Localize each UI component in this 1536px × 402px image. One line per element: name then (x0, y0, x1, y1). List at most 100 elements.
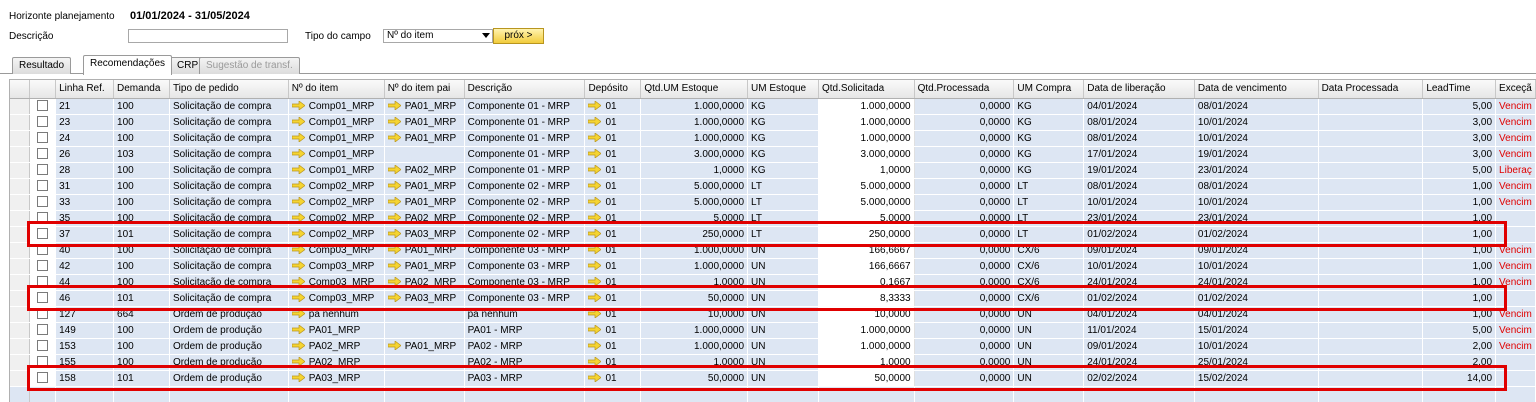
link-arrow-icon[interactable] (588, 229, 602, 239)
table-row[interactable]: 155 100 Ordem de produção PA02_MRP PA02 - MR… (10, 354, 1536, 371)
link-arrow-icon[interactable] (387, 101, 401, 111)
link-arrow-icon[interactable] (588, 165, 602, 175)
row-header-cell[interactable] (10, 114, 31, 131)
link-arrow-icon[interactable] (588, 181, 602, 191)
table-row[interactable]: 127 664 Ordem de produção pa nenhum pa nenhu… (10, 306, 1536, 323)
link-arrow-icon[interactable] (291, 341, 305, 351)
row-header-cell[interactable] (10, 370, 31, 387)
link-arrow-icon[interactable] (387, 213, 401, 223)
link-arrow-icon[interactable] (291, 229, 305, 239)
link-arrow-icon[interactable] (291, 197, 305, 207)
link-arrow-icon[interactable] (387, 293, 401, 303)
row-checkbox[interactable] (37, 372, 49, 384)
col-item-header[interactable]: Nº do item (288, 80, 385, 99)
row-checkbox[interactable] (37, 308, 49, 320)
table-row[interactable]: 40 100 Solicitação de compra Comp03_MRP PA01… (10, 242, 1536, 259)
col-qtd-solicitada-header[interactable]: Qtd.Solicitada (818, 80, 915, 99)
link-arrow-icon[interactable] (291, 277, 305, 287)
table-row[interactable]: 24 100 Solicitação de compra Comp01_MRP PA01… (10, 130, 1536, 147)
row-header-cell[interactable] (10, 210, 31, 227)
link-arrow-icon[interactable] (588, 277, 602, 287)
col-data-liberacao-header[interactable]: Data de liberação (1083, 80, 1195, 99)
row-header-cell[interactable] (10, 226, 31, 243)
row-checkbox[interactable] (37, 148, 49, 160)
table-row[interactable]: 31 100 Solicitação de compra Comp02_MRP PA01… (10, 178, 1536, 195)
link-arrow-icon[interactable] (291, 149, 305, 159)
row-header-cell[interactable] (10, 322, 31, 339)
row-checkbox[interactable] (37, 132, 49, 144)
link-arrow-icon[interactable] (387, 181, 401, 191)
link-arrow-icon[interactable] (291, 165, 305, 175)
link-arrow-icon[interactable] (387, 165, 401, 175)
link-arrow-icon[interactable] (387, 133, 401, 143)
table-row[interactable]: 46 101 Solicitação de compra Comp03_MRP PA03… (10, 290, 1536, 307)
chevron-down-icon[interactable] (482, 33, 490, 38)
col-linha-ref-header[interactable]: Linha Ref. (55, 80, 115, 99)
row-header-cell[interactable] (10, 130, 31, 147)
col-um-estoque-header[interactable]: UM Estoque (747, 80, 819, 99)
row-header-cell[interactable] (10, 354, 31, 371)
row-checkbox[interactable] (37, 196, 49, 208)
link-arrow-icon[interactable] (291, 261, 305, 271)
row-checkbox[interactable] (37, 356, 49, 368)
link-arrow-icon[interactable] (291, 133, 305, 143)
row-checkbox[interactable] (37, 276, 49, 288)
link-arrow-icon[interactable] (387, 245, 401, 255)
col-qtd-processada-header[interactable]: Qtd.Processada (914, 80, 1015, 99)
row-checkbox[interactable] (37, 292, 49, 304)
row-header-cell[interactable] (10, 306, 31, 323)
link-arrow-icon[interactable] (588, 309, 602, 319)
tab-recomendacoes[interactable]: Recomendações (83, 55, 173, 75)
table-row[interactable]: 44 100 Solicitação de compra Comp03_MRP PA02… (10, 274, 1536, 291)
table-row[interactable]: 23 100 Solicitação de compra Comp01_MRP PA01… (10, 114, 1536, 131)
col-data-processada-header[interactable]: Data Processada (1318, 80, 1424, 99)
link-arrow-icon[interactable] (291, 245, 305, 255)
link-arrow-icon[interactable] (291, 181, 305, 191)
link-arrow-icon[interactable] (588, 357, 602, 367)
table-row[interactable]: 153 100 Ordem de produção PA02_MRP PA01_MRP P… (10, 338, 1536, 355)
link-arrow-icon[interactable] (387, 229, 401, 239)
table-row[interactable]: 33 100 Solicitação de compra Comp02_MRP PA01… (10, 194, 1536, 211)
row-checkbox[interactable] (37, 116, 49, 128)
col-deposito-header[interactable]: Depósito (584, 80, 642, 99)
row-header-cell[interactable] (10, 194, 31, 211)
table-row[interactable]: 149 100 Ordem de produção PA01_MRP PA01 - MR… (10, 322, 1536, 339)
description-input[interactable] (128, 29, 288, 43)
row-header-cell[interactable] (10, 146, 31, 163)
link-arrow-icon[interactable] (588, 101, 602, 111)
table-row[interactable]: 37 101 Solicitação de compra Comp02_MRP PA03… (10, 226, 1536, 243)
row-checkbox[interactable] (37, 180, 49, 192)
row-header-cell[interactable] (10, 338, 31, 355)
link-arrow-icon[interactable] (291, 325, 305, 335)
row-checkbox[interactable] (37, 164, 49, 176)
link-arrow-icon[interactable] (291, 293, 305, 303)
link-arrow-icon[interactable] (291, 357, 305, 367)
link-arrow-icon[interactable] (387, 197, 401, 207)
col-um-compra-header[interactable]: UM Compra (1013, 80, 1085, 99)
col-item-pai-header[interactable]: Nº do item pai (384, 80, 465, 99)
row-header-cell[interactable] (10, 242, 31, 259)
row-checkbox[interactable] (37, 244, 49, 256)
row-header-cell[interactable] (10, 98, 31, 115)
link-arrow-icon[interactable] (588, 117, 602, 127)
link-arrow-icon[interactable] (588, 133, 602, 143)
link-arrow-icon[interactable] (588, 341, 602, 351)
link-arrow-icon[interactable] (291, 101, 305, 111)
table-row[interactable]: 21 100 Solicitação de compra Comp01_MRP PA01… (10, 98, 1536, 115)
col-data-vencimento-header[interactable]: Data de vencimento (1194, 80, 1319, 99)
link-arrow-icon[interactable] (387, 261, 401, 271)
link-arrow-icon[interactable] (291, 373, 305, 383)
table-row[interactable]: 35 100 Solicitação de compra Comp02_MRP PA02… (10, 210, 1536, 227)
link-arrow-icon[interactable] (387, 117, 401, 127)
link-arrow-icon[interactable] (588, 213, 602, 223)
row-header-cell[interactable] (10, 274, 31, 291)
col-excecao-header[interactable]: Exceçã (1495, 80, 1536, 99)
link-arrow-icon[interactable] (387, 341, 401, 351)
link-arrow-icon[interactable] (588, 293, 602, 303)
row-header-cell[interactable] (10, 258, 31, 275)
link-arrow-icon[interactable] (588, 197, 602, 207)
next-button[interactable]: próx > (493, 28, 544, 44)
col-demanda-header[interactable]: Demanda (113, 80, 170, 99)
row-checkbox[interactable] (37, 260, 49, 272)
col-leadtime-header[interactable]: LeadTime (1422, 80, 1497, 99)
